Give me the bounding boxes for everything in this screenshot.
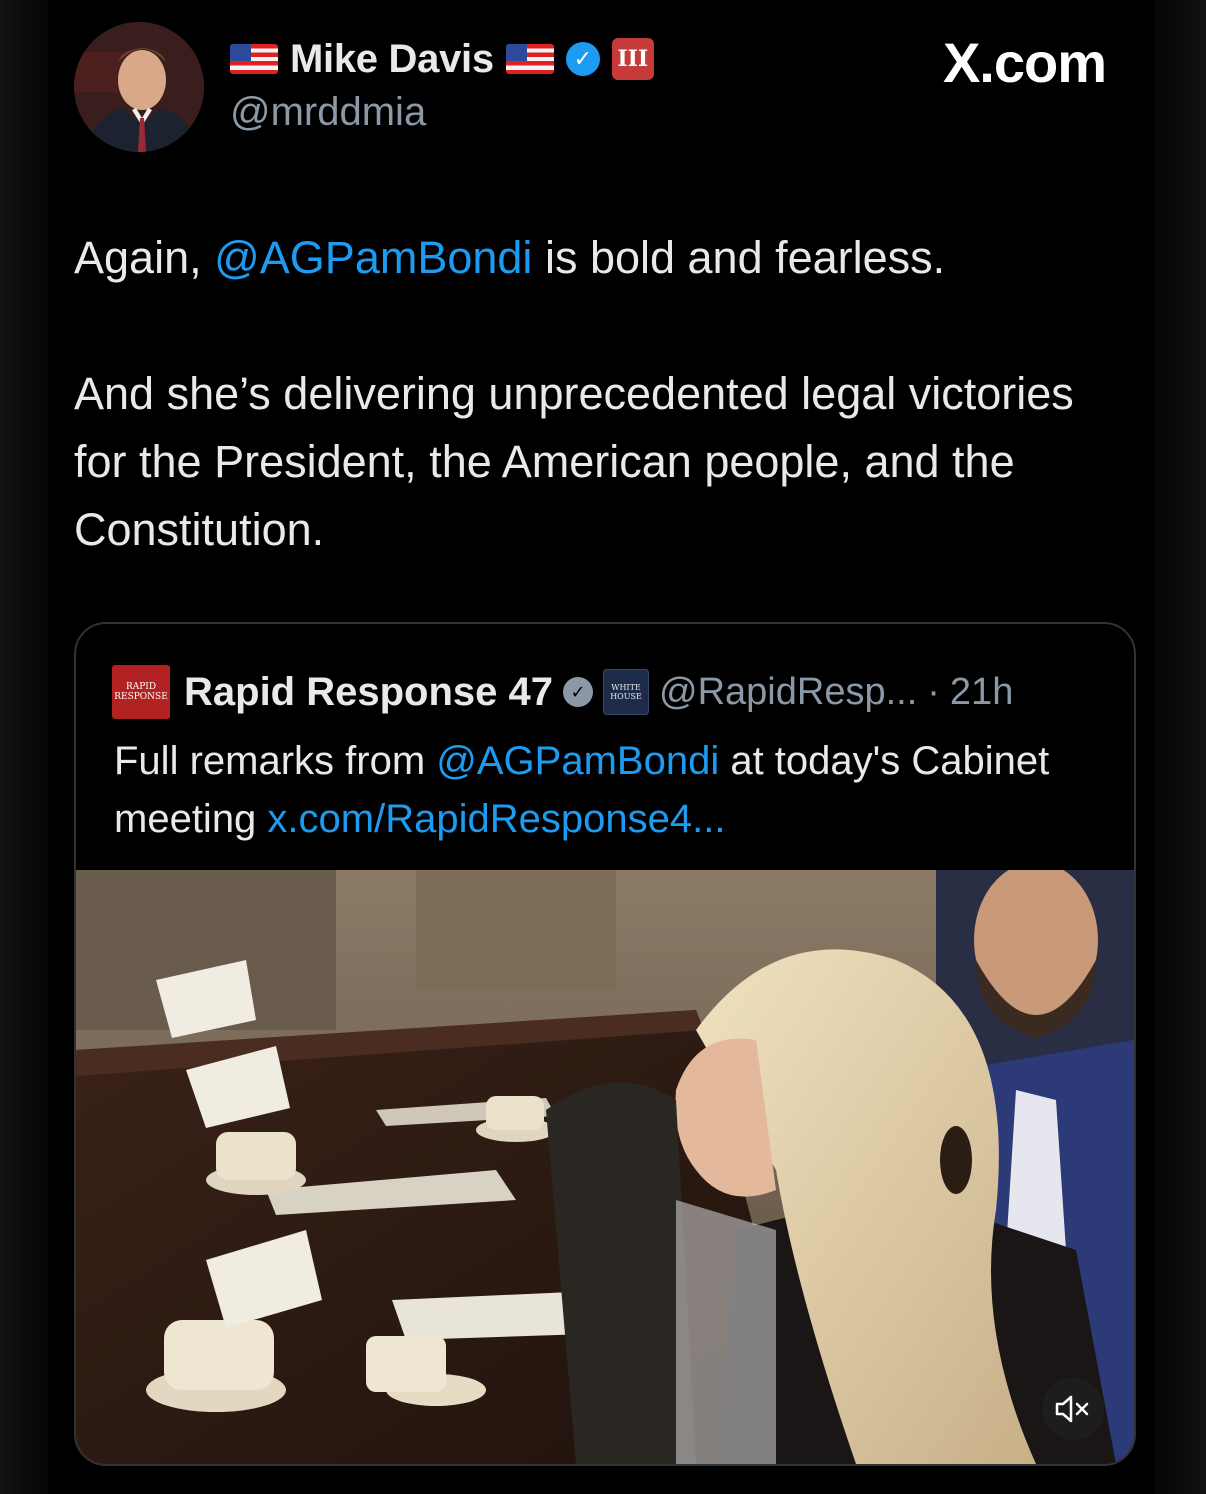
page-edge-right [1154, 0, 1206, 1494]
quoted-text-prefix: Full remarks from [114, 739, 437, 783]
tweet-text-prefix: Again, [74, 232, 215, 283]
logo-text-2: RESPONSE [114, 692, 168, 702]
avatar[interactable] [74, 22, 204, 152]
meta-separator: · [927, 670, 940, 713]
mention-link[interactable]: @AGPamBondi [436, 739, 719, 783]
affiliation-text-2: HOUSE [610, 692, 642, 701]
quoted-tweet-header: RAPID RESPONSE Rapid Response 47 ✓ WHITE… [112, 664, 1013, 720]
verified-badge-icon: ✓ [563, 677, 594, 707]
tweet-text-suffix: is bold and fearless. [532, 232, 946, 283]
video-frame [76, 870, 1134, 1464]
tweet-paragraph-1: Again, @AGPamBondi is bold and fearless. [74, 224, 1074, 292]
government-badge-icon: III [611, 38, 654, 80]
author-display-name[interactable]: Mike Davis [290, 37, 494, 82]
us-flag-icon [230, 44, 278, 74]
quoted-author-handle[interactable]: @RapidResp... [659, 671, 917, 714]
rapid-response-logo-icon[interactable]: RAPID RESPONSE [112, 665, 170, 719]
quoted-tweet-text: Full remarks from @AGPamBondi at today's… [114, 732, 1094, 848]
quoted-author-name[interactable]: Rapid Response 47 [184, 670, 553, 715]
avatar-image [74, 22, 204, 152]
page-edge-left [0, 0, 48, 1494]
logo-text-1: RAPID [125, 682, 157, 692]
mention-link[interactable]: @AGPamBondi [214, 232, 532, 283]
white-house-affiliation-icon[interactable]: WHITE HOUSE [603, 669, 650, 715]
author-handle[interactable]: @mrddmia [230, 90, 426, 135]
mute-button[interactable] [1042, 1378, 1104, 1440]
video-player[interactable] [76, 870, 1134, 1464]
us-flag-icon [505, 44, 554, 74]
author-name-row: Mike Davis ✓ III [230, 34, 654, 84]
url-link[interactable]: x.com/RapidResponse4... [267, 797, 725, 841]
tweet-paragraph-2: And she’s delivering unprecedented legal… [74, 368, 1074, 555]
tweet-text: Again, @AGPamBondi is bold and fearless.… [74, 224, 1074, 564]
quoted-tweet[interactable]: RAPID RESPONSE Rapid Response 47 ✓ WHITE… [74, 622, 1136, 1466]
speaker-muted-icon [1055, 1395, 1089, 1423]
affiliation-text-1: WHITE [611, 683, 641, 692]
verified-badge-icon: ✓ [565, 42, 600, 76]
quoted-timestamp[interactable]: 21h [950, 671, 1013, 714]
site-watermark: X.com [942, 31, 1107, 94]
